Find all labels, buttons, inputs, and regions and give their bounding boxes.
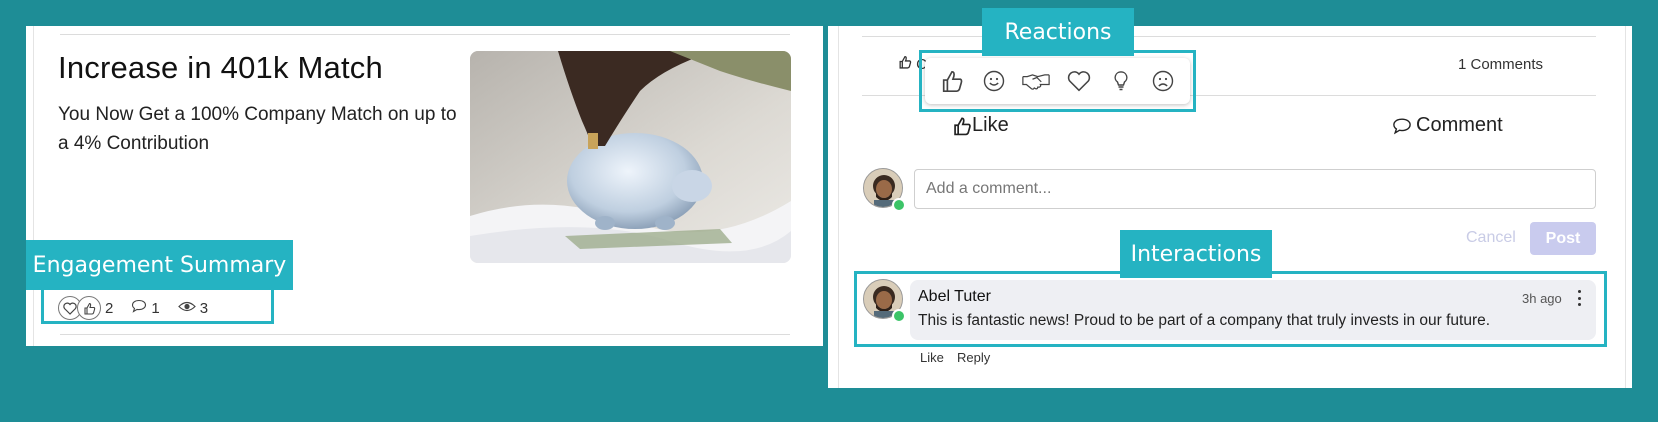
views-summary: 3 [177, 299, 209, 317]
comment-reply-link[interactable]: Reply [957, 350, 990, 365]
article-body: You Now Get a 100% Company Match on up t… [58, 104, 457, 154]
thumbs-up-icon [77, 296, 101, 320]
comment-button[interactable]: Comment [1392, 114, 1503, 137]
card-left-border [33, 26, 34, 346]
post-button[interactable]: Post [1530, 222, 1596, 255]
online-indicator [892, 198, 906, 212]
thumbs-up-icon [954, 116, 971, 135]
comment-icon [131, 299, 147, 317]
top-divider [60, 34, 790, 35]
eye-icon [177, 300, 196, 317]
comments-count-link[interactable]: 1 Comments [1458, 56, 1543, 73]
like-button-label: Like [972, 114, 1009, 136]
piggy-bank-photo [470, 51, 791, 263]
bottom-divider [60, 334, 790, 335]
like-button[interactable]: Like [952, 114, 1009, 137]
article-title: Increase in 401k Match [58, 50, 383, 85]
cancel-button[interactable]: Cancel [1466, 229, 1516, 247]
thumbs-up-icon [899, 55, 912, 69]
comment-input[interactable] [914, 169, 1596, 209]
reactions-summary[interactable]: 2 [58, 296, 113, 320]
comment-button-label: Comment [1416, 114, 1503, 136]
comments-summary[interactable]: 1 [131, 299, 160, 317]
engagement-summary-label: Engagement Summary [26, 240, 293, 290]
reactions-count: 2 [105, 299, 114, 317]
reactions-highlight [919, 50, 1196, 112]
comment-icon [1393, 117, 1411, 134]
reactions-label: Reactions [982, 8, 1134, 56]
comment-like-link[interactable]: Like [920, 350, 944, 365]
article-image [470, 51, 791, 263]
interactions-label: Interactions [1120, 230, 1272, 278]
interactions-highlight [854, 271, 1607, 347]
detail-top-divider [862, 36, 1596, 37]
engagement-stats: 2 1 3 [58, 296, 226, 320]
views-count: 3 [199, 299, 209, 317]
comments-count: 1 [151, 299, 160, 317]
